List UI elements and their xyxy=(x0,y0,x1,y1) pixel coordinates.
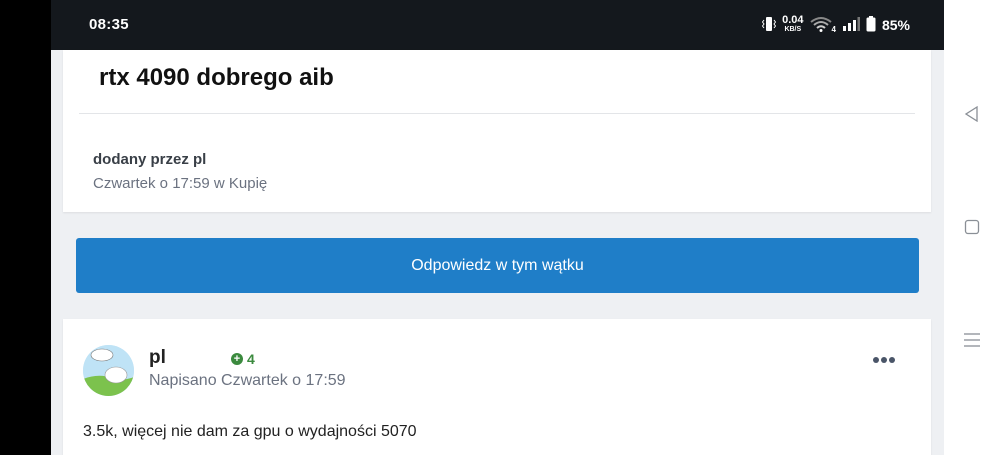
reputation-badge: + 4 xyxy=(231,351,255,367)
post-body: 3.5k, więcej nie dam za gpu o wydajności… xyxy=(83,423,417,440)
status-icons: 0.04 KB/S 4 85% xyxy=(761,14,910,36)
post-author[interactable]: pl xyxy=(149,347,166,369)
post-card: pl + 4 Napisano Czwartek o 17:59 3.5k, w… xyxy=(63,319,931,455)
back-icon[interactable] xyxy=(960,102,984,126)
navigation-bar xyxy=(944,0,1000,455)
thread-header-card: rtx 4090 dobrego aib dodany przez pl Czw… xyxy=(63,50,931,212)
dot xyxy=(889,357,895,363)
network-type: 4 xyxy=(831,24,836,34)
net-speed-unit: KB/S xyxy=(784,26,802,33)
plus-icon: + xyxy=(231,353,243,365)
signal-icon xyxy=(842,16,860,34)
battery-icon xyxy=(866,15,876,35)
post-date: Napisano Czwartek o 17:59 xyxy=(149,372,346,389)
reply-button[interactable]: Odpowiedz w tym wątku xyxy=(76,238,919,293)
vibrate-icon xyxy=(761,16,777,35)
reply-button-label: Odpowiedz w tym wątku xyxy=(411,256,584,274)
net-speed-value: 0.04 xyxy=(782,14,804,26)
wifi-icon xyxy=(809,16,832,35)
home-icon[interactable] xyxy=(960,215,984,239)
dot xyxy=(873,357,879,363)
reputation-count: 4 xyxy=(247,351,255,367)
avatar[interactable] xyxy=(83,345,134,396)
status-bar: 08:35 0.04 KB/S 4 85% xyxy=(51,0,944,50)
thread-title: rtx 4090 dobrego aib xyxy=(99,64,334,91)
thread-date: Czwartek o 17:59 w Kupię xyxy=(93,175,268,192)
thread-author[interactable]: dodany przez pl xyxy=(93,151,206,168)
more-icon[interactable] xyxy=(873,357,895,363)
battery-level: 85% xyxy=(881,17,910,33)
status-time: 08:35 xyxy=(89,16,129,33)
divider xyxy=(79,113,915,114)
recents-icon[interactable] xyxy=(960,328,984,352)
dot xyxy=(881,357,887,363)
net-speed: 0.04 KB/S xyxy=(782,14,804,34)
phone-screen: 08:35 0.04 KB/S 4 85% rtx 4090 dobrego a… xyxy=(51,0,944,455)
